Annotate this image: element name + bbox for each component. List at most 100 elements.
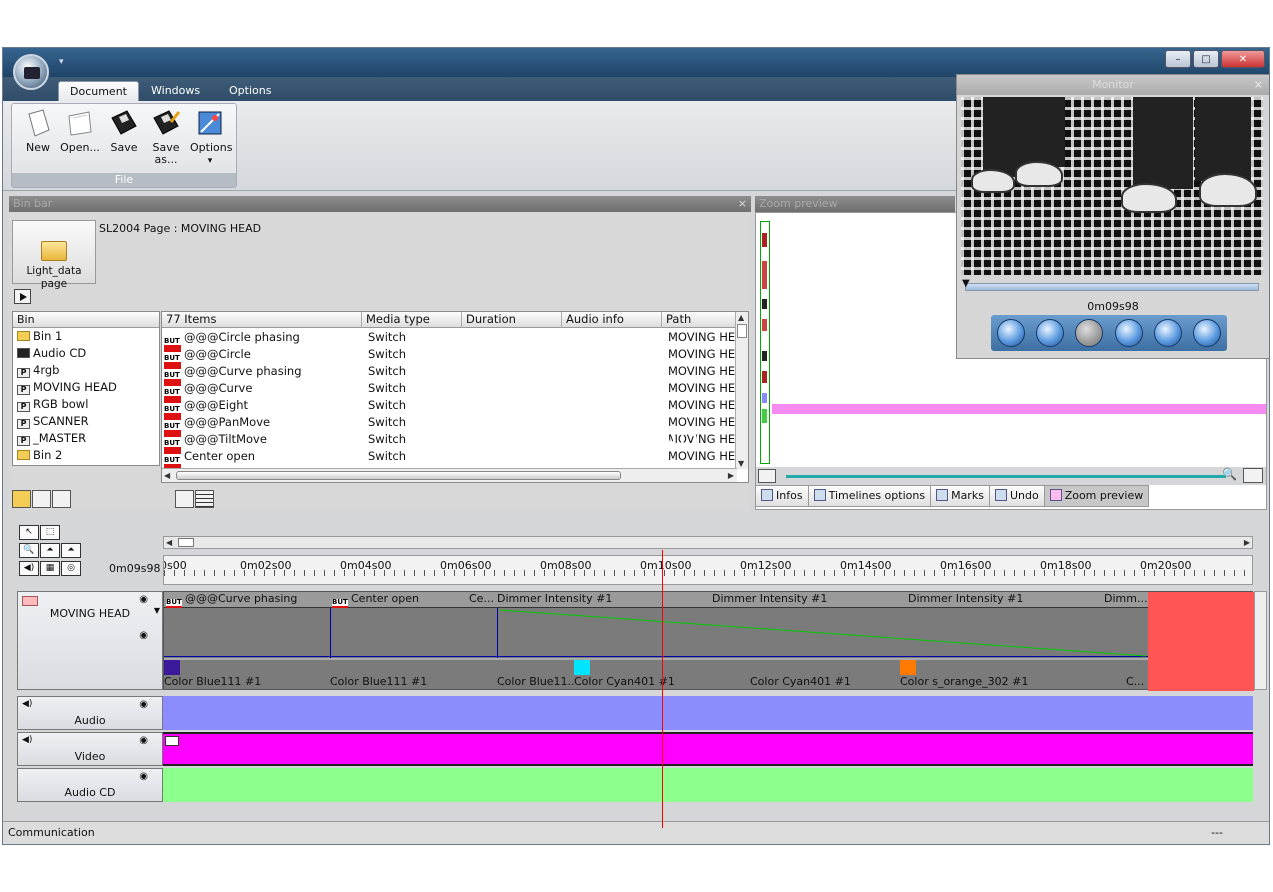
- scroll-left-icon[interactable]: ◀: [164, 471, 170, 480]
- audio-tool-icon[interactable]: ◀): [19, 561, 39, 576]
- fit-icon[interactable]: [1035, 319, 1064, 347]
- save-button[interactable]: Save: [104, 106, 144, 154]
- bin-tree-item[interactable]: Bin 1: [13, 328, 159, 345]
- timeline-scroll-right-icon[interactable]: ▶: [1244, 538, 1250, 547]
- save-as-button[interactable]: Save as...: [146, 106, 186, 166]
- column-audio-info[interactable]: Audio info: [562, 312, 662, 328]
- bin-tree-header[interactable]: Bin: [13, 312, 159, 328]
- track-video[interactable]: [163, 732, 1253, 766]
- time-ruler[interactable]: 0s000m02s000m04s000m06s000m08s000m10s000…: [163, 555, 1253, 585]
- bin-tree-item[interactable]: Bin 2: [13, 447, 159, 464]
- home-icon[interactable]: [996, 319, 1025, 347]
- track-audio[interactable]: [163, 696, 1253, 730]
- zoom-slider[interactable]: [786, 475, 1226, 478]
- page-p-icon: P: [17, 436, 30, 446]
- pointer-tool-icon[interactable]: ↖: [19, 525, 39, 540]
- stop-icon[interactable]: [1075, 319, 1104, 347]
- column-path[interactable]: Path: [662, 312, 737, 328]
- monitor-title-bar[interactable]: Monitor ×: [957, 75, 1269, 95]
- play-icon[interactable]: [14, 289, 31, 304]
- select-rect-tool-icon[interactable]: ⬚: [40, 525, 60, 540]
- new-button[interactable]: New: [18, 106, 58, 154]
- column-items[interactable]: 77 Items: [162, 312, 362, 328]
- monitor-close-icon[interactable]: ×: [1254, 75, 1263, 95]
- details-view-icon[interactable]: [195, 490, 214, 508]
- playhead[interactable]: [662, 550, 663, 828]
- next-frame-icon[interactable]: [1193, 319, 1222, 347]
- list-item[interactable]: BUT @@@Eight Switch MOVING HEA: [162, 397, 737, 420]
- track-audio-cd[interactable]: [163, 768, 1253, 802]
- track-vertical-scrollbar[interactable]: [1254, 591, 1267, 690]
- zoom-in-icon[interactable]: [1243, 468, 1263, 483]
- tab-undo[interactable]: Undo: [988, 485, 1045, 507]
- visibility-eye-icon[interactable]: ◉: [139, 735, 148, 746]
- visibility-eye-icon[interactable]: ◉: [139, 771, 148, 782]
- items-vertical-scrollbar[interactable]: ▲ ▼: [735, 312, 748, 469]
- visibility-eye-icon[interactable]: ◉: [139, 630, 148, 641]
- timeline-scrollbar[interactable]: ◀ ▶: [163, 536, 1253, 549]
- track-header-video[interactable]: ◀) Video ◉: [17, 732, 163, 766]
- bin-bar-close-icon[interactable]: ×: [738, 196, 747, 212]
- scroll-right-icon[interactable]: ▶: [728, 471, 734, 480]
- list-item[interactable]: BUT @@@Circle Switch MOVING HEA: [162, 346, 737, 369]
- track-moving-head[interactable]: BUT @@@Curve phasing BUT Center open Ce... Di…: [163, 591, 1254, 691]
- open-bin-folder-icon[interactable]: [32, 490, 51, 508]
- monitor-position-bar[interactable]: ▼: [962, 278, 1259, 291]
- loop-tool-icon[interactable]: ◎: [61, 561, 81, 576]
- visibility-eye-icon[interactable]: ◉: [139, 699, 148, 710]
- expand-track-icon[interactable]: ▼: [154, 606, 160, 615]
- bin-tree-item[interactable]: P 4rgb: [13, 362, 159, 379]
- options-button[interactable]: Options ▾: [190, 106, 232, 167]
- timeline-scroll-left-icon[interactable]: ◀: [166, 538, 172, 547]
- minimize-icon[interactable]: –: [1165, 50, 1191, 68]
- scroll-down-icon[interactable]: ▼: [738, 459, 744, 468]
- track-header-audio[interactable]: ◀) Audio ◉: [17, 696, 163, 730]
- horizontal-scroll-thumb[interactable]: [176, 471, 621, 480]
- options-dropdown-icon[interactable]: ▾: [208, 156, 213, 166]
- list-item[interactable]: BUT @@@Curve Switch MOVING HEA: [162, 380, 737, 403]
- zoom-out-icon[interactable]: [758, 469, 776, 483]
- bin-tree-item[interactable]: Audio CD: [13, 345, 159, 362]
- new-bin-folder-icon[interactable]: [12, 490, 31, 508]
- bin-tree-item[interactable]: P RGB bowl: [13, 396, 159, 413]
- bin-tree-item-label: Bin 2: [33, 448, 63, 462]
- position-marker-icon[interactable]: ▼: [962, 278, 970, 289]
- column-duration[interactable]: Duration: [462, 312, 562, 328]
- bin-tree-item[interactable]: P SCANNER: [13, 413, 159, 430]
- bin-tree-item[interactable]: P MOVING HEAD: [13, 379, 159, 396]
- items-horizontal-scrollbar[interactable]: ◀ ▶: [162, 468, 737, 482]
- zoom-narrow-icon[interactable]: ⏶: [61, 543, 81, 558]
- list-item[interactable]: BUT @@@Circle phasing Switch MOVING HEA: [162, 329, 737, 352]
- tab-zoom-preview[interactable]: Zoom preview: [1043, 485, 1150, 507]
- track-header-moving-head[interactable]: MOVING HEAD ◉ ◉ ▼: [17, 591, 163, 690]
- app-orb-button[interactable]: [13, 54, 49, 90]
- tab-options[interactable]: Options: [218, 81, 282, 101]
- bin-tree-item[interactable]: P _MASTER: [13, 430, 159, 447]
- timeline-scroll-thumb[interactable]: [178, 538, 194, 547]
- open-button[interactable]: Open...: [60, 106, 100, 154]
- maximize-icon[interactable]: □: [1193, 50, 1219, 68]
- tab-marks-label: Marks: [951, 489, 984, 502]
- close-icon[interactable]: ✕: [1221, 50, 1265, 68]
- magnifier-icon[interactable]: 🔍: [1222, 467, 1237, 481]
- play-icon[interactable]: [1114, 319, 1143, 347]
- zoom-fit-icon[interactable]: ⏶: [40, 543, 60, 558]
- tab-marks[interactable]: Marks: [930, 485, 990, 507]
- tab-timelines-options[interactable]: Timelines options: [807, 485, 932, 507]
- item-path: MOVING HEA: [668, 364, 737, 378]
- tab-document[interactable]: Document: [58, 81, 139, 101]
- list-item[interactable]: BUT @@@Curve phasing Switch MOVING HEA: [162, 363, 737, 386]
- snap-tool-icon[interactable]: ▦: [40, 561, 60, 576]
- track-header-audio-cd[interactable]: Audio CD ◉: [17, 768, 163, 802]
- delete-bin-icon[interactable]: [52, 490, 71, 508]
- light-data-page-button[interactable]: Light_data page: [12, 220, 96, 290]
- column-media-type[interactable]: Media type: [362, 312, 462, 328]
- zoom-tool-icon[interactable]: 🔍: [19, 543, 39, 558]
- prev-frame-icon[interactable]: [1153, 319, 1182, 347]
- scroll-up-icon[interactable]: ▲: [738, 313, 744, 322]
- quick-access-dropdown-icon[interactable]: ▾: [59, 57, 64, 67]
- tab-infos[interactable]: Infos: [755, 485, 809, 507]
- visibility-eye-icon[interactable]: ◉: [139, 594, 148, 605]
- tab-windows[interactable]: Windows: [140, 81, 211, 101]
- large-icons-view-icon[interactable]: [175, 490, 194, 508]
